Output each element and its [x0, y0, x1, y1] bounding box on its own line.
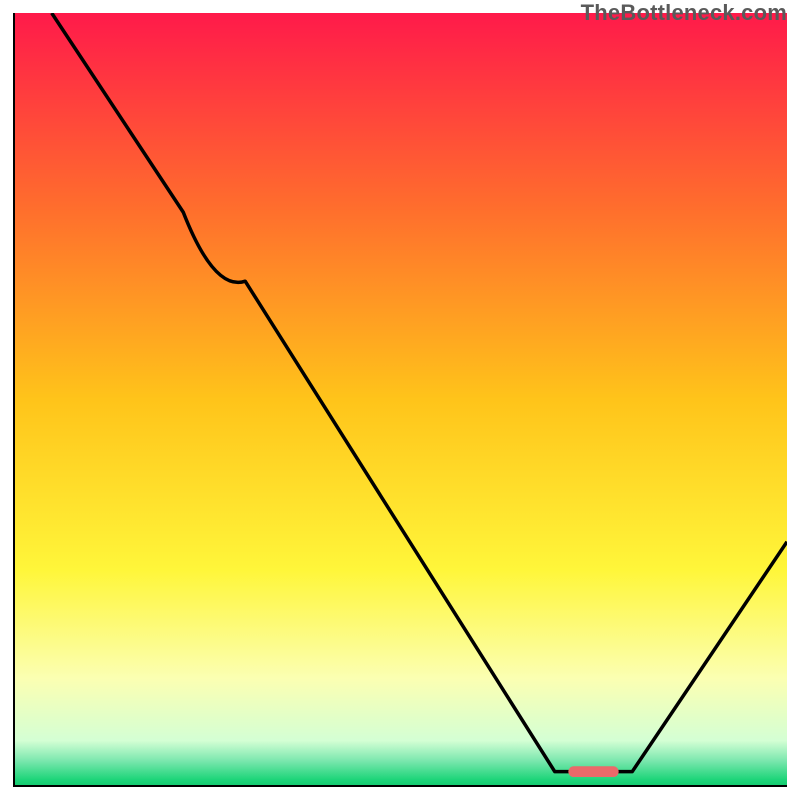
- bottleneck-chart: TheBottleneck.com: [0, 0, 800, 800]
- plot-area: [13, 13, 787, 787]
- optimal-marker: [568, 766, 618, 777]
- watermark-label: TheBottleneck.com: [581, 0, 787, 26]
- chart-svg: [13, 13, 787, 787]
